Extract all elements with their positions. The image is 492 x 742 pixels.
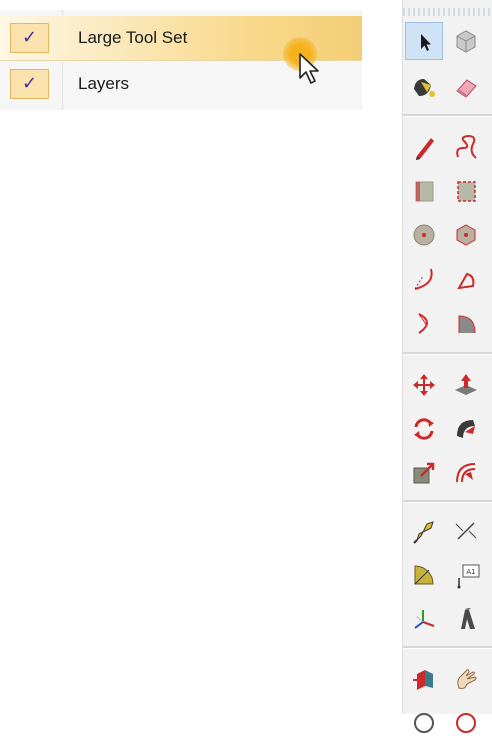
push-pull-tool-button[interactable] bbox=[447, 366, 485, 404]
select-arrow-icon bbox=[421, 34, 431, 51]
scale-tool-button[interactable] bbox=[405, 454, 443, 492]
menu-item-label: Layers bbox=[78, 74, 130, 93]
checkmark-icon: ✓ bbox=[10, 69, 49, 99]
polygon-icon bbox=[456, 224, 476, 246]
polygon-tool-button[interactable] bbox=[447, 216, 485, 254]
tape-measure-tool-button[interactable] bbox=[405, 512, 443, 550]
follow-me-tool-button[interactable] bbox=[447, 410, 485, 448]
axes-tool-button[interactable] bbox=[405, 600, 443, 638]
tape-measure-icon bbox=[413, 521, 434, 544]
pencil-icon bbox=[416, 138, 434, 160]
large-tool-set-toolbar: A1 bbox=[402, 0, 492, 733]
freehand-squiggle-icon bbox=[456, 134, 477, 159]
offset-icon bbox=[456, 463, 476, 483]
axes-icon bbox=[414, 610, 435, 629]
walk-tool-button[interactable] bbox=[447, 660, 485, 698]
section-plane-tool-button[interactable] bbox=[405, 660, 443, 698]
rotate-icon bbox=[414, 418, 434, 440]
follow-me-icon bbox=[457, 420, 475, 438]
partial-tool-button[interactable] bbox=[447, 704, 485, 742]
move-tool-button[interactable] bbox=[405, 366, 443, 404]
component-tool-button[interactable] bbox=[447, 22, 485, 60]
move-arrows-icon bbox=[413, 374, 435, 396]
dimension-icon bbox=[455, 522, 477, 540]
toolbar-divider bbox=[403, 352, 492, 355]
offset-tool-button[interactable] bbox=[447, 454, 485, 492]
arrow-pointer-icon bbox=[299, 53, 319, 84]
eraser-tool-button[interactable] bbox=[447, 68, 485, 106]
3d-text-icon bbox=[461, 608, 475, 629]
checkmark-icon: ✓ bbox=[10, 23, 49, 53]
protractor-icon bbox=[414, 565, 434, 585]
protractor-tool-button[interactable] bbox=[405, 556, 443, 594]
push-pull-icon bbox=[455, 374, 477, 395]
dimension-tool-button[interactable] bbox=[447, 512, 485, 550]
orbit-icon bbox=[414, 713, 434, 733]
pan-icon bbox=[456, 713, 476, 733]
eraser-icon bbox=[456, 79, 477, 98]
3d-text-tool-button[interactable] bbox=[447, 600, 485, 638]
rectangle-icon bbox=[415, 181, 434, 202]
paint-bucket-tool-button[interactable] bbox=[405, 68, 443, 106]
component-cube-icon bbox=[456, 30, 476, 53]
section-plane-icon bbox=[413, 670, 433, 690]
select-tool-button[interactable] bbox=[405, 22, 443, 60]
text-tool-button[interactable]: A1 bbox=[447, 556, 485, 594]
arc-tool-button[interactable] bbox=[405, 260, 443, 298]
pie-icon bbox=[457, 272, 475, 290]
pie-tool-button[interactable] bbox=[447, 260, 485, 298]
rectangle-tool-button[interactable] bbox=[405, 172, 443, 210]
three-point-arc-tool-button[interactable] bbox=[447, 304, 485, 342]
two-point-arc-icon bbox=[418, 313, 428, 334]
partial-tool-button[interactable] bbox=[405, 704, 443, 742]
rotated-rectangle-tool-button[interactable] bbox=[447, 172, 485, 210]
three-point-arc-icon bbox=[458, 315, 476, 334]
two-point-arc-tool-button[interactable] bbox=[405, 304, 443, 342]
toolbar-divider bbox=[403, 500, 492, 503]
freehand-tool-button[interactable] bbox=[447, 128, 485, 166]
toolbar-grip[interactable] bbox=[403, 8, 492, 16]
pencil-tool-button[interactable] bbox=[405, 128, 443, 166]
rotated-rectangle-icon bbox=[457, 181, 476, 202]
hand-icon bbox=[457, 669, 477, 689]
arc-icon bbox=[414, 268, 433, 290]
menu-item-label: Large Tool Set bbox=[78, 28, 188, 47]
toolbar-divider bbox=[403, 114, 492, 117]
circle-icon bbox=[413, 224, 435, 246]
rotate-tool-button[interactable] bbox=[405, 410, 443, 448]
paint-bucket-icon bbox=[414, 79, 435, 97]
text-label-icon: A1 bbox=[457, 564, 480, 589]
text-tool-label: A1 bbox=[466, 568, 475, 576]
scale-icon bbox=[413, 462, 435, 484]
toolbar-divider bbox=[403, 646, 492, 649]
circle-tool-button[interactable] bbox=[405, 216, 443, 254]
